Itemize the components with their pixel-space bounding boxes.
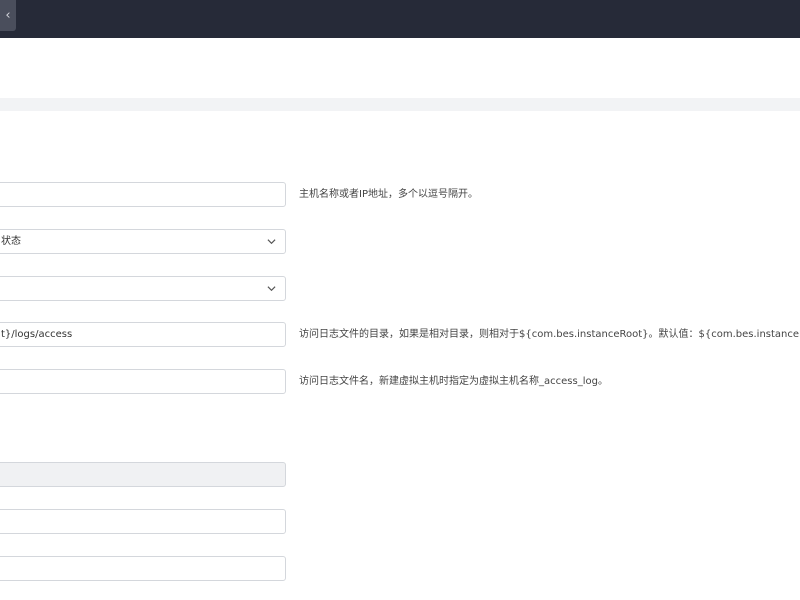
back-button[interactable]: ‹ xyxy=(0,0,16,31)
section-divider xyxy=(0,98,800,111)
log-directory-input[interactable]: t}/logs/access xyxy=(0,322,286,347)
text-input-a[interactable] xyxy=(0,509,286,534)
secondary-select[interactable] xyxy=(0,276,286,301)
host-input[interactable] xyxy=(0,182,286,207)
chevron-down-icon xyxy=(267,286,276,292)
status-select-value: 状态 xyxy=(1,236,21,247)
log-filename-hint: 访问日志文件名，新建虚拟主机时指定为虚拟主机名称_access_log。 xyxy=(299,376,608,387)
text-input-b[interactable] xyxy=(0,556,286,581)
status-select[interactable]: 状态 xyxy=(0,229,286,254)
chevron-down-icon xyxy=(267,239,276,245)
chevron-left-icon: ‹ xyxy=(5,8,11,23)
top-navigation-bar: ‹ xyxy=(0,0,800,38)
log-directory-value: t}/logs/access xyxy=(1,329,73,340)
log-filename-input[interactable] xyxy=(0,369,286,394)
log-directory-hint: 访问日志文件的目录，如果是相对目录，则相对于${com.bes.instance… xyxy=(299,329,800,340)
disabled-input xyxy=(0,462,286,487)
host-hint: 主机名称或者IP地址，多个以逗号隔开。 xyxy=(299,189,478,200)
